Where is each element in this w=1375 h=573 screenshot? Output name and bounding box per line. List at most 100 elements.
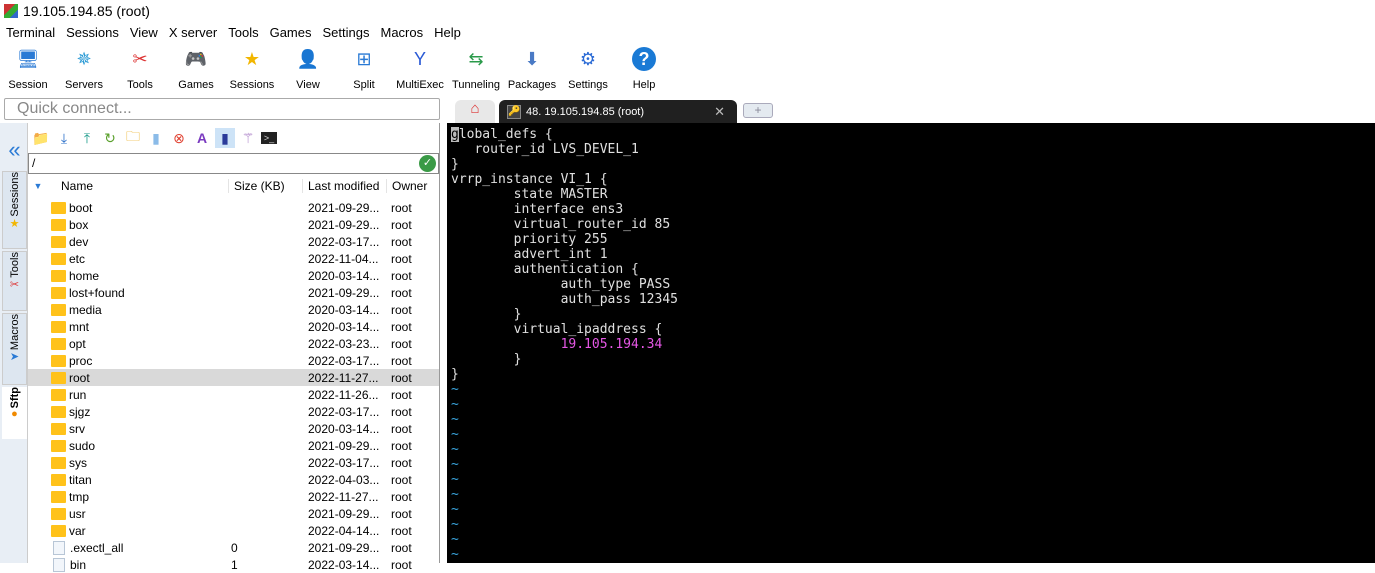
side-tab-macros[interactable]: Macros ➤ bbox=[2, 313, 27, 385]
file-row[interactable]: srv 2020-03-14... root bbox=[28, 420, 439, 437]
menu-sessions[interactable]: Sessions bbox=[60, 25, 124, 40]
menu-macros[interactable]: Macros bbox=[374, 25, 428, 40]
file-row[interactable]: run 2022-11-26... root bbox=[28, 386, 439, 403]
sessions-button[interactable]: ★ Sessions bbox=[224, 43, 280, 95]
file-row[interactable]: home 2020-03-14... root bbox=[28, 267, 439, 284]
file-row[interactable]: dev 2022-03-17... root bbox=[28, 233, 439, 250]
new-file-icon[interactable]: ▮ bbox=[146, 128, 166, 148]
file-owner: root bbox=[391, 268, 412, 283]
toolbar-label: Split bbox=[353, 79, 375, 91]
new-folder-icon[interactable]: 🗀 bbox=[123, 128, 143, 148]
file-size: 1 bbox=[231, 557, 238, 572]
view-button[interactable]: 👤 View bbox=[280, 43, 336, 95]
file-owner: root bbox=[391, 285, 412, 300]
file-name: box bbox=[69, 217, 89, 232]
side-tab-label: Macros bbox=[8, 314, 21, 351]
download-icon[interactable]: ⤓ bbox=[54, 128, 74, 148]
menu-games[interactable]: Games bbox=[264, 25, 317, 40]
terminal-line: ~ bbox=[451, 442, 459, 457]
side-tab-tools[interactable]: Tools ✂ bbox=[2, 251, 27, 311]
session-tabs: ⌂ 🔑 48. 19.105.194.85 (root) ✕ + bbox=[447, 98, 1375, 123]
refresh-icon[interactable]: ↻ bbox=[100, 128, 120, 148]
menu-view[interactable]: View bbox=[124, 25, 163, 40]
column-size[interactable]: Size (KB) bbox=[228, 179, 302, 193]
help-icon: ? bbox=[632, 47, 656, 71]
servers-button[interactable]: ✵ Servers bbox=[56, 43, 112, 95]
file-name: opt bbox=[69, 336, 86, 351]
collapse-icon[interactable]: « bbox=[2, 137, 27, 163]
parent-folder-icon[interactable]: 📁 bbox=[31, 128, 51, 148]
menu-settings[interactable]: Settings bbox=[317, 25, 375, 40]
file-row[interactable]: var 2022-04-14... root bbox=[28, 522, 439, 539]
session-tab-active[interactable]: 🔑 48. 19.105.194.85 (root) ✕ bbox=[499, 100, 737, 123]
rename-icon[interactable]: A bbox=[192, 128, 212, 148]
folder-icon bbox=[51, 337, 66, 350]
file-modified: 2022-04-14... bbox=[308, 523, 380, 538]
terminal-icon[interactable]: >_ bbox=[261, 132, 277, 144]
column-modified[interactable]: Last modified bbox=[302, 179, 386, 193]
terminal-line: } bbox=[451, 367, 459, 382]
terminal-line: ~ bbox=[451, 487, 459, 502]
file-name: bin bbox=[70, 557, 87, 572]
file-row[interactable]: root 2022-11-27... root bbox=[28, 369, 439, 386]
file-modified: 2021-09-29... bbox=[308, 285, 380, 300]
file-row[interactable]: box 2021-09-29... root bbox=[28, 216, 439, 233]
menu-terminal[interactable]: Terminal bbox=[0, 25, 60, 40]
toolbar-label: Servers bbox=[65, 79, 103, 91]
games-button[interactable]: 🎮 Games bbox=[168, 43, 224, 95]
file-row[interactable]: opt 2022-03-23... root bbox=[28, 335, 439, 352]
tools-button[interactable]: ✂ Tools bbox=[112, 43, 168, 95]
settings-button[interactable]: ⚙ Settings bbox=[560, 43, 616, 95]
file-row[interactable]: sys 2022-03-17... root bbox=[28, 454, 439, 471]
sftp-icon: ● bbox=[11, 408, 18, 421]
file-row[interactable]: sudo 2021-09-29... root bbox=[28, 437, 439, 454]
menu-help[interactable]: Help bbox=[428, 25, 466, 40]
magic-wand-icon[interactable]: ⚚ bbox=[238, 128, 258, 148]
delete-icon[interactable]: ⊗ bbox=[169, 128, 189, 148]
file-row[interactable]: tmp 2022-11-27... root bbox=[28, 488, 439, 505]
session-button[interactable]: 🖥 Session bbox=[0, 43, 56, 95]
file-row[interactable]: boot 2021-09-29... root bbox=[28, 199, 439, 216]
terminal-line: } bbox=[451, 307, 522, 322]
packages-button[interactable]: ⬇ Packages bbox=[504, 43, 560, 95]
folder-icon bbox=[51, 303, 66, 316]
follow-terminal-icon[interactable]: ▮ bbox=[215, 128, 235, 148]
file-row[interactable]: .exectl_all 0 2021-09-29... root bbox=[28, 539, 439, 556]
menu-x-server[interactable]: X server bbox=[163, 25, 222, 40]
new-tab-button[interactable]: + bbox=[743, 103, 773, 118]
toolbar-label: Tunneling bbox=[452, 79, 500, 91]
upload-icon[interactable]: ⤒ bbox=[77, 128, 97, 148]
file-row[interactable]: proc 2022-03-17... root bbox=[28, 352, 439, 369]
home-icon: ⌂ bbox=[470, 100, 480, 117]
file-name: usr bbox=[69, 506, 86, 521]
file-modified: 2022-11-04... bbox=[308, 251, 379, 266]
path-input[interactable]: / ✓ bbox=[28, 153, 439, 174]
file-row[interactable]: mnt 2020-03-14... root bbox=[28, 318, 439, 335]
tunneling-icon: ⇆ bbox=[468, 48, 484, 69]
side-tab-sftp[interactable]: Sftp ● bbox=[2, 387, 27, 439]
home-tab[interactable]: ⌂ bbox=[455, 100, 495, 123]
file-row[interactable]: sjgz 2022-03-17... root bbox=[28, 403, 439, 420]
menu-tools[interactable]: Tools bbox=[222, 25, 263, 40]
file-row[interactable]: bin 1 2022-03-14... root bbox=[28, 556, 439, 573]
go-icon[interactable]: ✓ bbox=[419, 155, 436, 172]
column-owner[interactable]: Owner bbox=[386, 179, 427, 193]
help-button[interactable]: ? Help bbox=[616, 43, 672, 95]
file-row[interactable]: media 2020-03-14... root bbox=[28, 301, 439, 318]
quick-connect-input[interactable]: Quick connect... bbox=[4, 98, 440, 120]
column-name[interactable]: Name bbox=[48, 179, 228, 193]
terminal[interactable]: global_defs { router_id LVS_DEVEL_1} vrrp… bbox=[447, 123, 1375, 563]
file-modified: 2021-09-29... bbox=[308, 438, 380, 453]
file-row[interactable]: lost+found 2021-09-29... root bbox=[28, 284, 439, 301]
multiexec-button[interactable]: Y MultiExec bbox=[392, 43, 448, 95]
split-button[interactable]: ⊞ Split bbox=[336, 43, 392, 95]
side-tab-sessions[interactable]: Sessions ★ bbox=[2, 171, 27, 249]
file-row[interactable]: usr 2021-09-29... root bbox=[28, 505, 439, 522]
tunneling-button[interactable]: ⇆ Tunneling bbox=[448, 43, 504, 95]
toolbar-label: Help bbox=[632, 79, 656, 91]
file-row[interactable]: etc 2022-11-04... root bbox=[28, 250, 439, 267]
close-tab-icon[interactable]: ✕ bbox=[714, 104, 725, 120]
sort-arrow-icon[interactable]: ▼ bbox=[28, 181, 48, 191]
file-owner: root bbox=[391, 251, 412, 266]
file-row[interactable]: titan 2022-04-03... root bbox=[28, 471, 439, 488]
